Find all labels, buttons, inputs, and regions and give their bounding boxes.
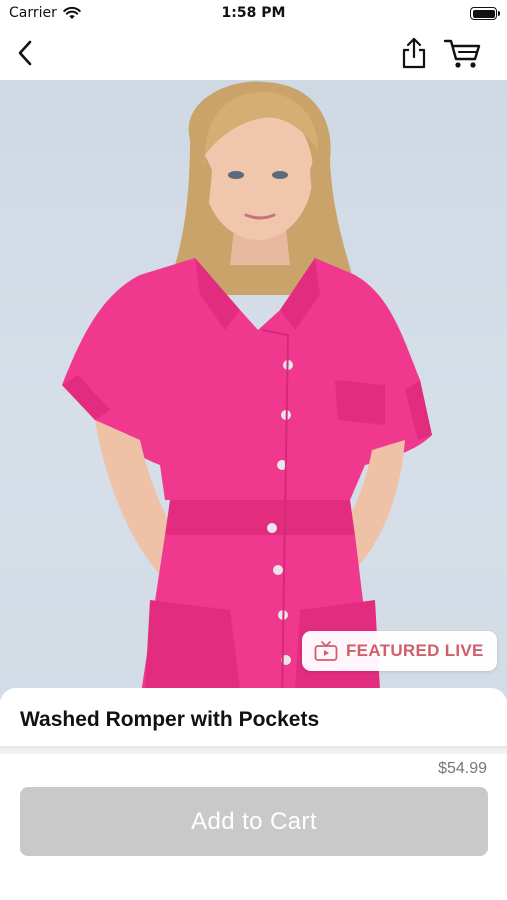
back-button[interactable] <box>12 38 38 68</box>
featured-live-badge[interactable]: FEATURED LIVE <box>302 631 497 671</box>
product-price: $54.99 <box>438 760 487 777</box>
live-tv-icon <box>314 641 338 661</box>
product-photo[interactable] <box>0 80 507 700</box>
add-to-cart-button[interactable]: Add to Cart <box>20 787 488 856</box>
back-chevron-icon <box>18 40 32 66</box>
product-detail-sheet: Washed Romper with Pockets $54.99 Add to… <box>0 688 507 900</box>
share-icon <box>402 37 426 69</box>
cart-icon <box>443 39 481 68</box>
status-bar: Carrier 1:58 PM <box>0 0 507 28</box>
battery-icon <box>470 7 500 20</box>
status-time: 1:58 PM <box>221 5 286 21</box>
share-button[interactable] <box>399 36 429 70</box>
nav-bar <box>0 28 507 80</box>
cart-button[interactable] <box>443 36 483 70</box>
featured-live-label: FEATURED LIVE <box>346 641 484 660</box>
section-divider <box>0 746 507 754</box>
product-title: Washed Romper with Pockets <box>20 708 320 731</box>
